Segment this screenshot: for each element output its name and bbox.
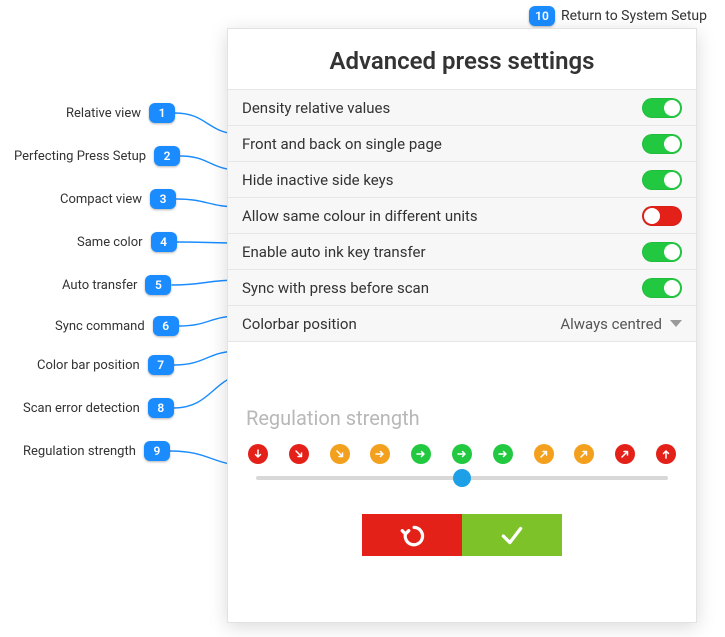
regulation-title: Regulation strength <box>246 406 678 430</box>
regulation-section: Regulation strength <box>228 342 696 556</box>
return-link[interactable]: 10 Return to System Setup <box>529 6 707 26</box>
marker-2: 2 <box>154 146 180 166</box>
toggle-knob <box>664 172 680 188</box>
marker-3: 3 <box>150 189 176 209</box>
reg-step-icon <box>574 444 594 464</box>
setting-row: Enable auto ink key transfer <box>228 234 696 270</box>
toggle-knob <box>664 244 680 260</box>
toggle-knob <box>664 100 680 116</box>
regulation-icons <box>246 444 678 464</box>
annotation-label: Color bar position <box>37 358 140 373</box>
toggle[interactable] <box>642 98 682 118</box>
setting-label: Enable auto ink key transfer <box>242 243 642 261</box>
arrow-right-icon <box>374 448 386 460</box>
setting-row: Allow same colour in different units <box>228 198 696 234</box>
arrow-right-icon <box>456 448 468 460</box>
toggle-knob <box>664 280 680 296</box>
annotation-7: Color bar position 7 <box>37 355 174 375</box>
annotation-label: Auto transfer <box>62 278 137 293</box>
check-icon <box>499 522 525 548</box>
reg-step-icon <box>656 444 676 464</box>
arrow-ur-icon <box>578 448 590 460</box>
reg-step-icon <box>534 444 554 464</box>
toggle[interactable] <box>642 170 682 190</box>
toggle-knob <box>664 136 680 152</box>
arrow-ur-icon <box>619 448 631 460</box>
annotation-label: Relative view <box>66 106 141 121</box>
annotation-6: Sync command 6 <box>55 316 179 336</box>
arrow-up-icon <box>660 448 672 460</box>
toggle[interactable] <box>642 278 682 298</box>
arrow-down-icon <box>252 448 264 460</box>
marker-5: 5 <box>145 275 171 295</box>
annotation-label: Perfecting Press Setup <box>14 149 146 164</box>
setting-label: Allow same colour in different units <box>242 207 642 225</box>
reg-step-icon <box>452 444 472 464</box>
annotation-2: Perfecting Press Setup 2 <box>14 146 180 166</box>
setting-label: Front and back on single page <box>242 135 642 153</box>
reg-step-icon <box>615 444 635 464</box>
undo-icon <box>399 522 425 548</box>
annotation-label: Scan error detection <box>23 401 140 416</box>
marker-9: 9 <box>144 441 170 461</box>
reg-step-icon <box>248 444 268 464</box>
marker-4: 4 <box>151 232 177 252</box>
arrow-right-icon <box>415 448 427 460</box>
annotation-label: Sync command <box>55 319 145 334</box>
annotation-4: Same color 4 <box>77 232 177 252</box>
setting-label: Colorbar position <box>242 315 560 333</box>
return-link-label: Return to System Setup <box>561 8 707 24</box>
select[interactable]: Always centred <box>560 315 682 333</box>
annotation-1: Relative view 1 <box>66 103 175 123</box>
reg-step-icon <box>493 444 513 464</box>
toggle[interactable] <box>642 242 682 262</box>
annotation-9: Regulation strength 9 <box>23 441 170 461</box>
cancel-button[interactable] <box>362 514 462 556</box>
settings-rows: Density relative values Front and back on… <box>228 89 696 342</box>
chevron-down-icon <box>670 320 682 327</box>
setting-row: Colorbar positionAlways centred <box>228 306 696 342</box>
arrow-ur-icon <box>538 448 550 460</box>
marker-10: 10 <box>529 6 555 26</box>
action-buttons <box>246 514 678 556</box>
annotation-label: Compact view <box>60 192 142 207</box>
select-value: Always centred <box>560 315 662 333</box>
marker-8: 8 <box>148 398 174 418</box>
setting-label: Density relative values <box>242 99 642 117</box>
arrow-right-icon <box>497 448 509 460</box>
annotation-8: Scan error detection 8 <box>23 398 174 418</box>
marker-1: 1 <box>149 103 175 123</box>
toggle[interactable] <box>642 206 682 226</box>
setting-label: Hide inactive side keys <box>242 171 642 189</box>
slider-thumb[interactable] <box>453 469 471 487</box>
setting-row: Density relative values <box>228 90 696 126</box>
arrow-dr-icon <box>334 448 346 460</box>
panel-title: Advanced press settings <box>228 29 696 89</box>
annotation-5: Auto transfer 5 <box>62 275 171 295</box>
reg-step-icon <box>330 444 350 464</box>
confirm-button[interactable] <box>462 514 562 556</box>
regulation-slider[interactable] <box>256 476 668 480</box>
marker-7: 7 <box>148 355 174 375</box>
toggle-knob <box>644 208 660 224</box>
reg-step-icon <box>411 444 431 464</box>
setting-row: Sync with press before scan <box>228 270 696 306</box>
toggle[interactable] <box>642 134 682 154</box>
advanced-press-settings-panel: Advanced press settings Density relative… <box>227 28 697 623</box>
reg-step-icon <box>370 444 390 464</box>
annotation-label: Same color <box>77 235 143 250</box>
annotation-label: Regulation strength <box>23 444 136 459</box>
setting-row: Front and back on single page <box>228 126 696 162</box>
arrow-dr-icon <box>293 448 305 460</box>
reg-step-icon <box>289 444 309 464</box>
marker-6: 6 <box>153 316 179 336</box>
setting-label: Sync with press before scan <box>242 279 642 297</box>
annotation-3: Compact view 3 <box>60 189 176 209</box>
setting-row: Hide inactive side keys <box>228 162 696 198</box>
